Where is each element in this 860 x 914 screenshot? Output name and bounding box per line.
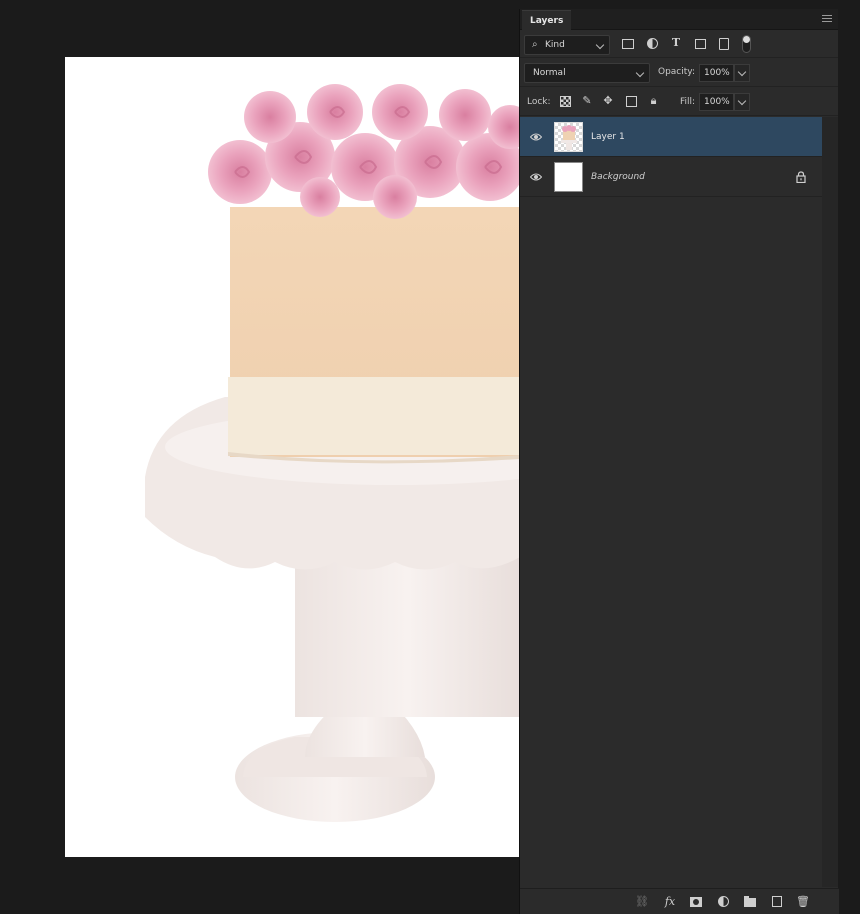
shape-filter-icon[interactable] [695,39,706,49]
adjustment-filter-icon[interactable] [647,38,658,49]
panel-menu-icon[interactable] [822,15,832,23]
filter-kind-label: Kind [545,40,565,50]
lock-transparent-pixels-icon[interactable] [560,96,571,107]
new-group-icon[interactable] [743,895,757,909]
lock-row: Lock: ✎ ✥ 🔒︎ Fill: 100% [520,87,838,116]
layer-thumbnail [554,122,583,152]
lock-image-pixels-icon[interactable]: ✎ [581,95,593,107]
opacity-dropdown-button[interactable] [734,64,750,82]
fill-label: Fill: [680,97,696,107]
filter-toggle-icon[interactable] [742,35,751,53]
visibility-eye-icon[interactable] [530,132,542,142]
fill-field[interactable]: 100% [699,93,734,111]
opacity-field[interactable]: 100% [699,64,734,82]
layer-name: Background [591,172,645,182]
search-icon: ⌕ [532,39,538,50]
layer-row-background[interactable]: Background [520,157,822,197]
blend-mode-label: Normal [533,68,566,78]
type-filter-icon[interactable]: T [670,37,682,49]
layer-lock-icon [796,171,806,183]
workspace: Layers ⌕ Kind T Normal Opacity: 100% Loc… [0,0,860,914]
link-layers-icon[interactable]: ⛓ [635,895,649,909]
lock-position-icon[interactable]: ✥ [602,95,614,107]
lock-all-icon[interactable]: 🔒︎ [648,95,659,107]
image-filter-icon[interactable] [622,39,634,49]
fx-icon[interactable]: fx [663,895,677,909]
layer-thumbnail [554,162,583,192]
tab-layers[interactable]: Layers [522,10,572,30]
opacity-label: Opacity: [658,67,695,77]
visibility-eye-icon[interactable] [530,172,542,182]
add-mask-icon[interactable] [689,895,703,909]
blend-mode-dropdown[interactable]: Normal [524,63,650,83]
new-layer-icon[interactable] [770,895,784,909]
fill-dropdown-button[interactable] [734,93,750,111]
blend-row: Normal Opacity: 100% [520,58,838,87]
lock-artboard-icon[interactable] [626,96,637,107]
layers-scrollbar[interactable] [822,117,838,887]
layers-panel: Layers ⌕ Kind T Normal Opacity: 100% Loc… [519,9,839,914]
cake-image [145,84,520,822]
document-canvas[interactable] [65,57,520,857]
lock-label: Lock: [527,97,551,107]
panel-tab-bar: Layers [520,9,838,30]
panel-footer: ⛓ fx 🗑︎ [520,888,839,914]
filter-kind-dropdown[interactable]: ⌕ Kind [524,35,610,55]
layer-row-layer-1[interactable]: Layer 1 [520,117,822,157]
smart-object-filter-icon[interactable] [719,38,729,50]
delete-layer-icon[interactable]: 🗑︎ [796,895,810,909]
filter-row: ⌕ Kind T [520,30,838,58]
layer-thumbnail-image [561,125,577,150]
layer-name: Layer 1 [591,132,625,142]
adjustment-layer-icon[interactable] [717,895,731,909]
layers-list: Layer 1 Background [520,117,822,197]
